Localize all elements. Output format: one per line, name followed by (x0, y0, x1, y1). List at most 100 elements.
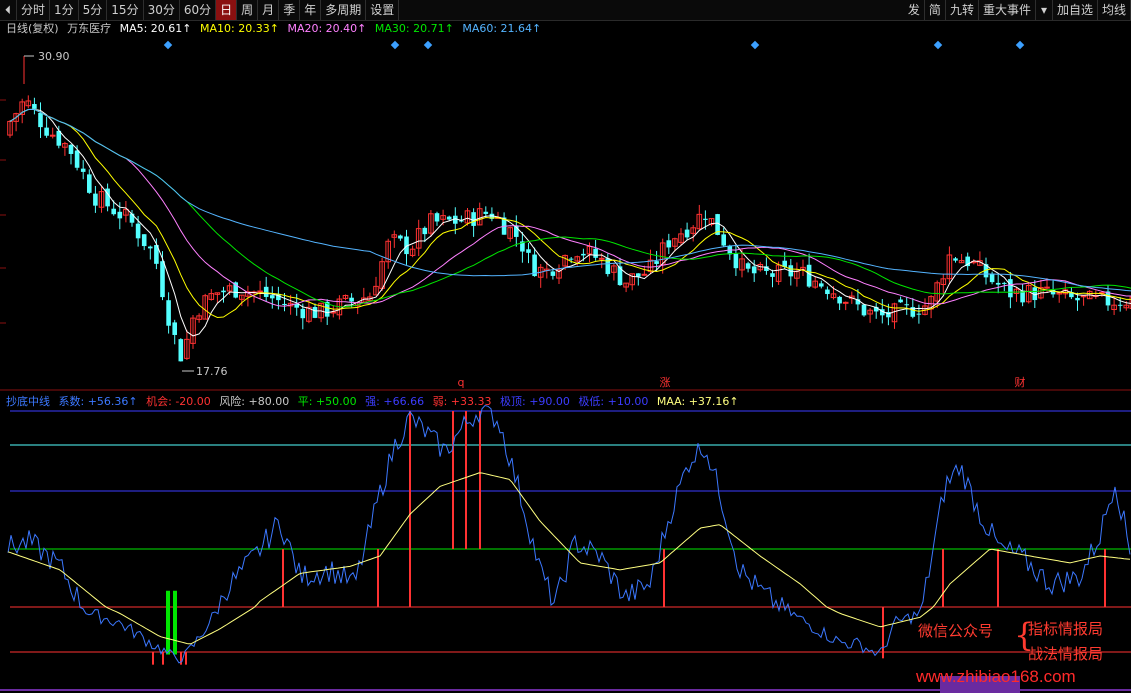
candle-body-down (904, 304, 909, 306)
toolbar-right-item-3[interactable]: 重大事件 (979, 0, 1036, 20)
candle-body-down (654, 261, 659, 264)
event-marker-1: 涨 (660, 376, 671, 389)
candle-body-down (666, 240, 672, 248)
candle-body-down (995, 282, 1001, 285)
candle-body-down (861, 304, 867, 316)
toolbar-right-item-0[interactable]: 发 (904, 0, 925, 20)
moving-average-lines (9, 108, 1131, 337)
indicator-info-row: 抄底中线 系数: +56.36↑ 机会: -20.00 风险: +80.00 平… (6, 394, 744, 410)
candle-body-down (38, 112, 43, 128)
candle-body-down (733, 253, 739, 269)
candle-body-down (916, 313, 922, 315)
period-tab-10[interactable]: 年 (300, 0, 322, 20)
watermark-wechat: 微信公众号 (918, 622, 994, 640)
candle-body-down (770, 273, 775, 277)
candle-body-up (598, 257, 605, 260)
period-tab-5[interactable]: 60分 (180, 0, 217, 20)
candle-body-down (819, 283, 824, 287)
period-tab-12[interactable]: 设置 (366, 0, 400, 20)
candle-body-down (550, 271, 556, 276)
candle-body-down (141, 234, 147, 247)
stock-name: 万东医疗 (67, 22, 112, 35)
candle-body-down (117, 211, 123, 219)
candle-body-down (148, 246, 153, 249)
high-price-label: 30.90 (38, 50, 70, 63)
candle-body-down (349, 297, 354, 302)
indicator-name: 抄底中线 (6, 395, 50, 408)
candle-body-up (641, 273, 648, 276)
period-tab-0[interactable]: 分时 (17, 0, 51, 20)
chance-value: 机会: -20.00 (146, 395, 211, 408)
toolbar-right-item-5[interactable]: 均线 (1098, 0, 1131, 20)
bottom-signal-bar-1 (173, 590, 177, 655)
toolbar-right: 发简九转 重大事件 ▾ 加自选 均线 (904, 0, 1131, 20)
candle-body-down (32, 104, 37, 109)
candle-body-down (172, 322, 177, 335)
ma20-line (9, 108, 1131, 307)
bottom-value: 极低: +10.00 (578, 395, 649, 408)
signal-diamond-2 (423, 40, 433, 50)
ma5-value: MA5: 20.61↑ (119, 22, 192, 35)
candle-body-down (270, 295, 275, 299)
candle-body-down (581, 253, 586, 256)
candle-body-down (898, 299, 903, 303)
candle-body-down (111, 208, 116, 215)
event-marker-0: q (458, 376, 465, 389)
period-tab-8[interactable]: 月 (258, 0, 280, 20)
signal-diamond-5 (1015, 40, 1025, 50)
period-tab-4[interactable]: 30分 (144, 0, 180, 20)
toolbar-right-item-2[interactable]: 九转 (946, 0, 979, 20)
period-tab-3[interactable]: 15分 (107, 0, 144, 20)
candle-body-down (1105, 291, 1111, 306)
chart-canvas: 30.90 17.76 q 涨 财 (0, 40, 1131, 691)
candle-body-down (593, 248, 598, 258)
candle-body-down (68, 144, 74, 154)
candle-body-down (1117, 304, 1123, 306)
signal-diamond-1 (390, 40, 400, 50)
candle-body-down (568, 258, 574, 260)
candle-body-down (1002, 282, 1007, 284)
period-tab-1[interactable]: 1分 (50, 0, 79, 20)
period-tab-9[interactable]: 季 (279, 0, 301, 20)
ma30-value: MA30: 20.71↑ (374, 22, 454, 35)
candle-body-down (825, 289, 830, 295)
period-toolbar: ⏴ 分时 1分 5分 15分 30分 60分日周月季年多周期 设置 发简九转 重大事件 ▾ 加自选… (0, 0, 1131, 21)
period-tab-2[interactable]: 5分 (79, 0, 108, 20)
signal-diamond-4 (933, 40, 943, 50)
candle-body-down (434, 213, 440, 222)
candle-body-down (1008, 279, 1013, 298)
dropdown-icon[interactable]: ▾ (1036, 0, 1053, 20)
back-arrow-icon[interactable]: ⏴ (0, 0, 17, 20)
candle-body-down (989, 273, 995, 283)
watermark-url: www.zhibiao168.com (916, 667, 1076, 686)
signal-diamond-3 (750, 40, 760, 50)
candle-body-down (93, 193, 98, 206)
period-label: 日线(复权) (6, 22, 59, 35)
watermark-name2: 战法情报局 (1028, 645, 1104, 663)
toolbar-right-item-4[interactable]: 加自选 (1053, 0, 1098, 20)
candle-body-down (282, 303, 287, 305)
toolbar-right-item-1[interactable]: 简 (925, 0, 946, 20)
ma10-value: MA10: 20.33↑ (200, 22, 279, 35)
period-tab-6[interactable]: 日 (216, 0, 238, 20)
candle-body-down (721, 234, 726, 246)
candle-body-down (483, 211, 489, 214)
flat-value: 平: +50.00 (297, 395, 357, 408)
candle-body-down (806, 264, 812, 287)
ma60-value: MA60: 21.64↑ (462, 22, 542, 35)
candle-body-down (87, 174, 92, 193)
period-tab-11[interactable]: 多周期 (321, 0, 367, 20)
period-tab-7[interactable]: 周 (237, 0, 259, 20)
ma10-line (9, 108, 1131, 319)
ma5-line (9, 108, 1131, 337)
low-price-label: 17.76 (196, 365, 228, 378)
candle-body-down (751, 266, 757, 274)
candle-body-down (636, 273, 641, 277)
candle-body-down (1075, 297, 1080, 301)
ma20-value: MA20: 20.40↑ (287, 22, 367, 35)
candle-body-down (471, 212, 476, 226)
price-grid (0, 99, 1131, 391)
coef-value: 系数: +56.36↑ (58, 395, 138, 408)
candle-body-down (135, 223, 141, 239)
candle-body-down (221, 290, 226, 293)
